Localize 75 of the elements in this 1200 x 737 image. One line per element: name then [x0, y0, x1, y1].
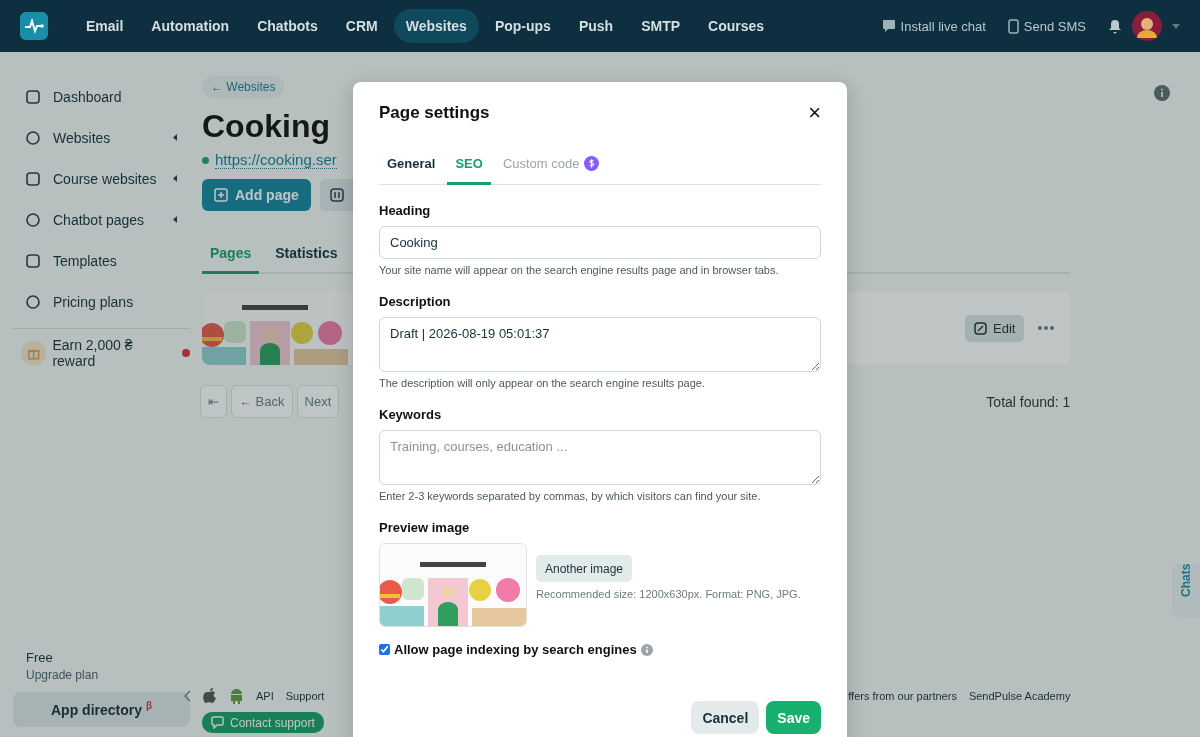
menu-item-icon	[25, 293, 41, 310]
chat-icon	[211, 716, 224, 729]
field-label: Preview image	[379, 520, 470, 535]
menu-item-icon	[25, 170, 41, 187]
chevron-left-icon[interactable]	[184, 690, 191, 702]
sidebar-item[interactable]: Dashboard	[13, 76, 190, 117]
field-hint: Enter 2-3 keywords separated by commas, by which visitors can find your site.	[379, 490, 761, 502]
nav-tab[interactable]: Pop-ups	[482, 9, 563, 43]
footer-link[interactable]: ffers from our partners	[848, 690, 957, 702]
nav-tab[interactable]: Chatbots	[245, 9, 330, 43]
plan-name: Free	[25, 650, 54, 665]
footer-link[interactable]: SendPulse Academy	[968, 690, 1071, 702]
image-size-note: Recommended size: 1200x630px. Format: PNG, JPG.	[536, 588, 801, 600]
another-image-button[interactable]: Another image	[536, 555, 633, 582]
sidebar-item[interactable]: Course websites	[13, 158, 190, 199]
nav-tab[interactable]: Websites	[393, 9, 479, 43]
status-dot	[202, 156, 209, 164]
nav-tab[interactable]: Push	[566, 9, 626, 43]
app-directory-button[interactable]: App directory $^{β}$	[13, 692, 190, 727]
apple-icon[interactable]	[203, 688, 217, 704]
sidebar-item[interactable]: Websites	[13, 117, 190, 158]
edit-icon	[974, 321, 987, 335]
heading-field[interactable]: Cooking	[379, 226, 821, 259]
reward-link[interactable]: Earn 2,000 ₴ reward	[13, 337, 190, 369]
total-count: Total found: 1	[986, 393, 1071, 410]
sidebar-item[interactable]: Templates	[13, 240, 190, 281]
nav-tab[interactable]: SMTP	[629, 9, 693, 43]
close-button[interactable]: ×	[808, 102, 821, 124]
info-icon[interactable]	[1154, 85, 1170, 101]
dialog-title: Page settings	[379, 103, 490, 123]
paid-icon	[584, 156, 600, 171]
chat-icon	[881, 19, 896, 33]
edit-button[interactable]: Edit	[965, 314, 1025, 342]
field-hint: The description will only appear on the search engine results page.	[379, 377, 705, 389]
nav-tab[interactable]: Automation	[139, 9, 242, 43]
description-field[interactable]: Draft | 2026-08-19 05:01:37	[379, 317, 821, 372]
next-button[interactable]: Next	[296, 385, 340, 418]
menu-item-icon	[25, 252, 41, 269]
info-icon[interactable]	[640, 643, 653, 656]
install-live-chat-link[interactable]: Install live chat	[881, 18, 986, 34]
gift-icon	[21, 340, 47, 366]
nav-tab[interactable]: Email	[74, 9, 136, 43]
bell-icon[interactable]	[1108, 18, 1122, 34]
phone-icon	[1007, 18, 1019, 34]
footer-link[interactable]: Support	[285, 690, 325, 702]
indexing-checkbox[interactable]	[379, 644, 390, 655]
more-icon[interactable]	[1038, 326, 1055, 330]
menu-item-icon	[25, 88, 41, 105]
field-hint: Your site name will appear on the search engine results page and in browser tabs.	[379, 264, 779, 276]
field-label: Keywords	[379, 407, 442, 422]
caret-icon[interactable]	[1172, 23, 1180, 29]
footer-link[interactable]: API	[256, 690, 274, 702]
menu-item-icon	[25, 211, 41, 228]
nav-tab[interactable]: Courses	[696, 9, 777, 43]
settings-tab[interactable]: General	[379, 148, 444, 185]
keywords-field[interactable]: Training, courses, education ...	[379, 430, 821, 485]
field-label: Description	[379, 294, 451, 309]
menu-item-icon	[25, 129, 41, 146]
avatar[interactable]	[1132, 11, 1162, 41]
cancel-button[interactable]: Cancel	[691, 701, 760, 734]
send-sms-link[interactable]: Send SMS	[1007, 18, 1086, 34]
nav-tab[interactable]: CRM	[333, 9, 390, 43]
upgrade-link[interactable]: Upgrade plan	[13, 668, 190, 682]
android-icon[interactable]	[229, 688, 244, 704]
field-label: Heading	[379, 203, 431, 218]
logo-icon[interactable]	[20, 12, 48, 40]
back-button[interactable]: ← Back	[231, 385, 293, 418]
sidebar-item[interactable]: Chatbot pages	[13, 199, 190, 240]
sidebar-item[interactable]: Pricing plans	[13, 281, 190, 322]
notification-dot	[182, 349, 190, 357]
first-page-button[interactable]: ⇤	[200, 385, 227, 418]
page-title: Cooking	[202, 108, 330, 145]
checkbox-label: Allow page indexing by search engines	[394, 642, 637, 657]
plus-icon	[214, 188, 228, 202]
page-tab[interactable]: Statistics	[267, 237, 346, 274]
